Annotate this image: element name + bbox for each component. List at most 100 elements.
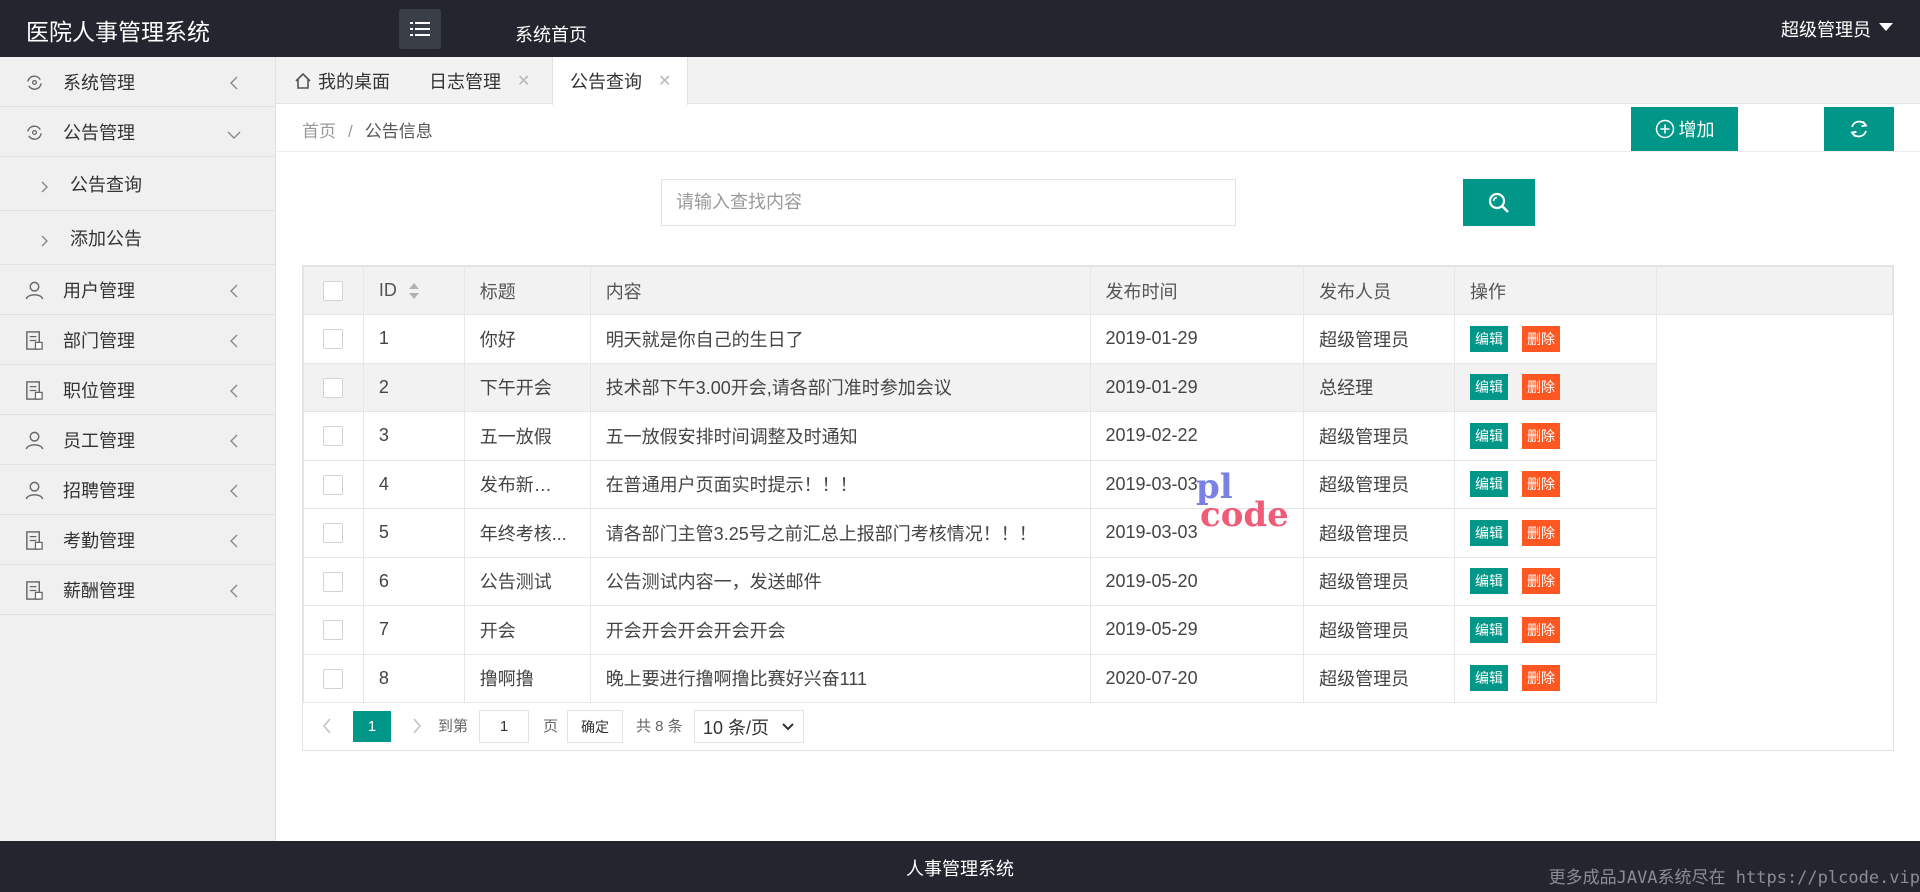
- cell-content: 五一放假安排时间调整及时通知: [589, 411, 1091, 461]
- cell-actions: 编辑 删除: [1453, 653, 1657, 703]
- column-header-label: ID: [378, 280, 397, 300]
- pagination: 1 到第 页 确定 共 8 条 10 条/页: [303, 702, 1893, 750]
- cell-content: 晚上要进行撸啊撸比赛好兴奋111: [589, 653, 1091, 703]
- tab-log[interactable]: 日志管理 ✕: [429, 57, 559, 104]
- cell-id: 8: [362, 653, 465, 703]
- cell-filler: [1656, 363, 1893, 412]
- breadcrumb-home[interactable]: 首页: [302, 122, 336, 141]
- edit-button[interactable]: 编辑: [1469, 665, 1508, 692]
- row-checkbox[interactable]: [323, 523, 343, 544]
- sidebar-item-label: 公告管理: [63, 122, 135, 143]
- sidebar-item-8[interactable]: 薪酬管理: [0, 565, 275, 615]
- chevron-down-icon: [782, 722, 794, 730]
- sidebar-item-label: 考勤管理: [63, 530, 135, 551]
- cell-filler: [1656, 460, 1893, 509]
- sidebar-subitem-0[interactable]: 公告查询: [0, 157, 275, 211]
- notice-table: ID 标题 内容 发布时间 发布人员 操作 1 你好 明天就是你自己的生日了 2019…: [303, 266, 1894, 703]
- delete-button[interactable]: 删除: [1521, 568, 1560, 595]
- total-count: 共 8 条: [636, 718, 683, 735]
- sidebar-item-1[interactable]: 公告管理: [0, 107, 275, 157]
- table-row: 1 你好 明天就是你自己的生日了 2019-01-29 超级管理员 编辑 删除: [303, 314, 1893, 364]
- row-select-cell: [303, 556, 364, 606]
- column-header-title: 标题: [463, 266, 591, 315]
- row-checkbox[interactable]: [323, 474, 343, 495]
- sidebar-item-3[interactable]: 部门管理: [0, 315, 275, 365]
- edit-button[interactable]: 编辑: [1469, 519, 1508, 546]
- menu-toggle-button[interactable]: [399, 9, 441, 49]
- edit-button[interactable]: 编辑: [1469, 422, 1508, 449]
- cell-title: 发布新消息: [463, 459, 591, 509]
- refresh-button[interactable]: [1824, 107, 1894, 151]
- table-header-row: ID 标题 内容 发布时间 发布人员 操作: [303, 266, 1894, 315]
- sidebar-item-2[interactable]: 用户管理: [0, 265, 275, 315]
- sidebar-item-4[interactable]: 职位管理: [0, 365, 275, 415]
- delete-button[interactable]: 删除: [1521, 616, 1560, 643]
- cell-title-text: 五一放假: [479, 426, 552, 447]
- footer-note: 更多成品JAVA系统尽在 https://plcode.vip: [1548, 868, 1920, 888]
- column-header-id[interactable]: ID: [362, 266, 465, 315]
- sidebar-subitem-1[interactable]: 添加公告: [0, 211, 275, 265]
- row-select-cell: [303, 605, 364, 655]
- delete-button[interactable]: 删除: [1521, 519, 1560, 546]
- prev-page-icon[interactable]: [321, 716, 333, 736]
- search-input[interactable]: [661, 179, 1236, 226]
- next-page-icon[interactable]: [411, 716, 423, 736]
- select-all-checkbox[interactable]: [323, 281, 343, 302]
- row-checkbox[interactable]: [323, 620, 343, 641]
- delete-button[interactable]: 删除: [1521, 471, 1560, 498]
- column-header-filler: [1655, 266, 1894, 315]
- current-page-button[interactable]: 1: [353, 711, 391, 742]
- delete-button[interactable]: 删除: [1521, 422, 1560, 449]
- row-checkbox[interactable]: [323, 571, 343, 592]
- cell-actions: 编辑 删除: [1453, 508, 1657, 558]
- add-button[interactable]: 增加: [1631, 107, 1738, 151]
- edit-button[interactable]: 编辑: [1469, 616, 1508, 643]
- row-checkbox[interactable]: [323, 668, 343, 689]
- tab-bar: 我的桌面 日志管理 ✕ 公告查询 ✕: [276, 57, 1920, 105]
- delete-button[interactable]: 删除: [1521, 374, 1560, 401]
- sidebar-item-6[interactable]: 招聘管理: [0, 465, 275, 515]
- user-icon: [24, 480, 45, 501]
- header-home-link[interactable]: 系统首页: [515, 21, 587, 47]
- edit-button[interactable]: 编辑: [1469, 374, 1508, 401]
- row-select-cell: [303, 362, 364, 412]
- row-select-cell: [303, 653, 364, 703]
- sidebar-item-0[interactable]: 系统管理: [0, 57, 275, 107]
- cell-actions: 编辑 删除: [1453, 556, 1657, 606]
- table-row: 7 开会 开会开会开会开会开会 2019-05-29 超级管理员 编辑 删除: [303, 605, 1893, 655]
- chevron-left-icon: [229, 332, 239, 353]
- goto-confirm-button[interactable]: 确定: [567, 710, 623, 743]
- tab-notice-query[interactable]: 公告查询 ✕: [552, 57, 688, 105]
- cell-actions: 编辑 删除: [1453, 459, 1657, 509]
- search-button[interactable]: [1463, 179, 1535, 226]
- user-menu[interactable]: 超级管理员: [1781, 16, 1893, 42]
- sidebar-item-5[interactable]: 员工管理: [0, 415, 275, 465]
- chevron-right-icon: [40, 177, 48, 198]
- edit-button[interactable]: 编辑: [1469, 568, 1508, 595]
- cell-author: 超级管理员: [1303, 605, 1455, 655]
- table-row: 4 发布新消息 在普通用户页面实时提示！！！ 2019-03-03 超级管理员 编辑 删除: [303, 459, 1893, 509]
- sidebar-item-7[interactable]: 考勤管理: [0, 515, 275, 565]
- delete-button[interactable]: 删除: [1521, 325, 1560, 352]
- delete-button[interactable]: 删除: [1521, 665, 1560, 692]
- edit-button[interactable]: 编辑: [1469, 325, 1508, 352]
- edit-button[interactable]: 编辑: [1469, 471, 1508, 498]
- cell-title: 年终考核...: [463, 508, 591, 558]
- cell-content: 公告测试内容一，发送邮件: [589, 556, 1091, 606]
- page-number-input[interactable]: [479, 710, 529, 743]
- row-checkbox[interactable]: [323, 426, 343, 447]
- cell-title-text: 你好: [479, 329, 516, 350]
- close-icon[interactable]: ✕: [658, 71, 671, 91]
- sort-icon[interactable]: [408, 283, 419, 300]
- page-size-select[interactable]: 10 条/页: [694, 710, 804, 743]
- page-size-value: 10 条/页: [703, 717, 770, 738]
- cell-title: 撸啊撸: [463, 653, 591, 703]
- main-content: 我的桌面 日志管理 ✕ 公告查询 ✕ 首页 / 公告信息 增加 请输入查找内容 …: [276, 57, 1920, 841]
- tab-desktop[interactable]: 我的桌面: [294, 57, 406, 104]
- cell-title: 你好: [463, 314, 591, 364]
- row-checkbox[interactable]: [323, 329, 343, 350]
- close-icon[interactable]: ✕: [517, 71, 530, 91]
- row-checkbox[interactable]: [323, 377, 343, 398]
- sidebar-item-label: 薪酬管理: [63, 580, 135, 601]
- row-select-cell: [303, 314, 364, 364]
